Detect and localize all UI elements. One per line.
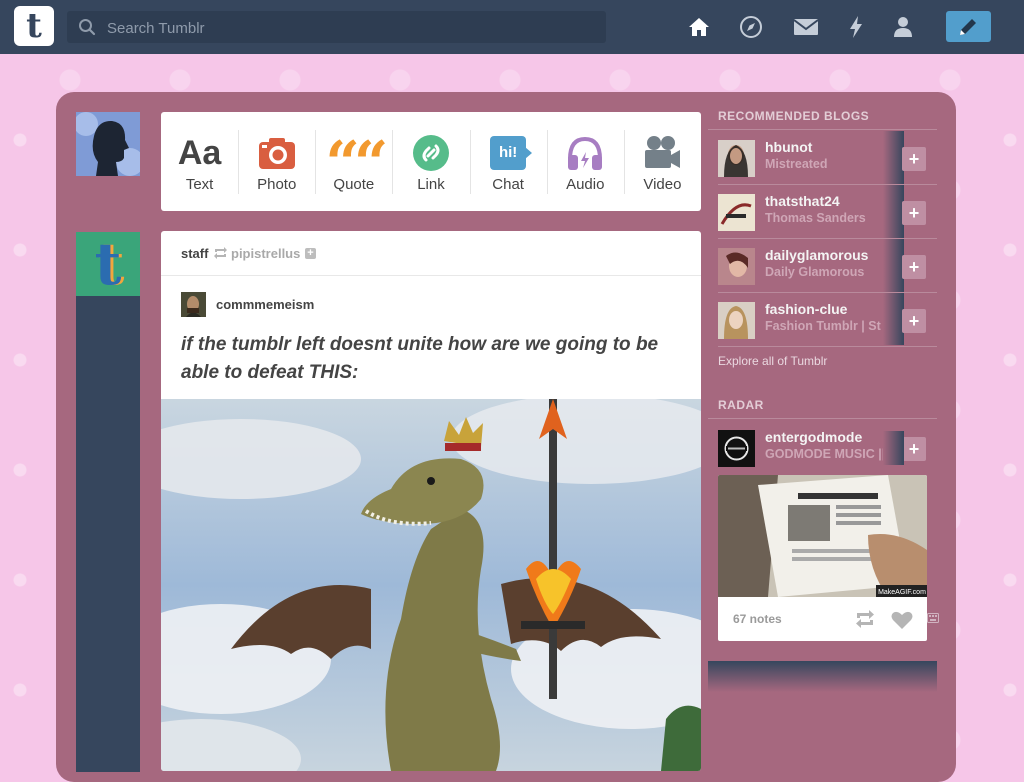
reblogged-from-name[interactable]: pipistrellus [231,246,300,261]
staff-avatar[interactable]: t [76,232,140,296]
search-icon [79,19,96,36]
post-image [161,399,701,771]
image-watermark: MakeAGIF.com [878,589,926,596]
home-icon[interactable] [686,14,712,40]
blog-name[interactable]: dailyglamorous [765,247,868,263]
blog-title: Daily Glamorous [765,265,865,279]
activity-icon[interactable] [843,14,869,40]
radar-heading: RADAR [718,398,764,412]
pencil-icon [960,19,976,35]
follow-plus-icon[interactable]: + [305,248,316,259]
dashboard-post: staff pipistrellus + commmemeism if the … [161,231,701,771]
original-author-name[interactable]: commmemeism [216,297,314,312]
post-type-link[interactable]: Link [392,112,469,211]
post-type-label: Text [185,176,214,193]
blog-title: Mistreated [765,157,828,171]
post-type-bar: Aa Text Photo ““ Quote Link hi! Chat Aud… [161,112,701,211]
headphones-icon [568,136,603,170]
sidebar-ad-block [708,661,937,692]
link-icon [412,135,449,171]
reblogger-name[interactable]: staff [181,246,208,261]
recommended-blog[interactable]: fashion-clue Fashion Tumblr | St + [708,293,937,347]
post-type-label: Quote [333,176,375,193]
blog-name[interactable]: entergodmode [765,429,862,445]
blog-avatar [718,248,755,285]
blog-name[interactable]: hbunot [765,139,812,155]
follow-button[interactable]: + [902,147,926,171]
author-photo [181,292,206,317]
post-header: staff pipistrellus + [161,231,701,276]
reblog-icon[interactable] [854,610,876,628]
follow-button[interactable]: + [902,201,926,225]
post-type-chat[interactable]: hi! Chat [469,112,547,211]
radar-overlay [883,431,904,465]
post-type-quote[interactable]: ““ Quote [315,112,392,211]
divider [708,129,937,130]
follow-button[interactable]: + [902,309,926,333]
blog-title: Thomas Sanders [765,211,866,225]
post-body-text: if the tumblr left doesnt unite how are … [181,334,659,383]
account-icon[interactable] [890,14,916,40]
recommended-blogs-heading: RECOMMENDED BLOGS [718,109,870,123]
blog-avatar [718,194,755,231]
chat-icon: hi! [490,136,533,170]
notes-count[interactable]: 67 notes [733,612,782,626]
follow-button[interactable]: + [902,437,926,461]
video-camera-icon [645,136,681,168]
messages-icon[interactable] [792,14,820,40]
radar-post-image: MakeAGIF.com [718,475,927,597]
divider [708,418,937,419]
divider [718,346,937,347]
explore-icon[interactable] [738,14,764,40]
keyboard-shortcuts-icon[interactable] [927,612,939,624]
user-silhouette-icon [76,112,140,176]
search-input[interactable] [105,11,599,45]
compose-button[interactable] [946,11,991,42]
radar-post-card[interactable]: MakeAGIF.com 67 notes [718,475,927,641]
recommended-blog[interactable]: thatsthat24 Thomas Sanders + [708,185,937,239]
avatar-rail [76,232,140,772]
camera-icon [258,138,295,169]
staff-logo-glyph: t [94,230,122,298]
blog-avatar [718,302,755,339]
blog-avatar [718,140,755,177]
post-type-label: Video [643,176,682,193]
tumblr-logo[interactable]: t [14,6,54,46]
blog-title: Fashion Tumblr | St [765,319,881,333]
blog-avatar [718,430,755,467]
blog-name[interactable]: fashion-clue [765,301,847,317]
post-type-label: Chat [492,176,524,193]
user-avatar[interactable] [76,112,140,176]
post-type-text[interactable]: Aa Text [161,112,238,211]
follow-button[interactable]: + [902,255,926,279]
post-type-audio[interactable]: Audio [546,112,624,211]
chat-icon-text: hi! [498,144,518,161]
original-author-avatar[interactable] [181,292,206,317]
recommended-blog[interactable]: hbunot Mistreated + [708,131,937,185]
text-icon: Aa [177,133,222,172]
post-type-label: Link [417,176,445,193]
blog-name[interactable]: thatsthat24 [765,193,840,209]
post-type-label: Audio [566,176,605,193]
search-box[interactable] [67,11,606,45]
explore-link[interactable]: Explore all of Tumblr [718,354,827,368]
post-type-photo[interactable]: Photo [238,112,315,211]
recommended-blog[interactable]: dailyglamorous Daily Glamorous + [708,239,937,293]
top-bar: t [0,0,1024,54]
like-heart-icon[interactable] [891,610,913,630]
post-type-video[interactable]: Video [623,112,701,211]
post-type-label: Photo [257,176,297,193]
reblog-icon [214,247,227,259]
